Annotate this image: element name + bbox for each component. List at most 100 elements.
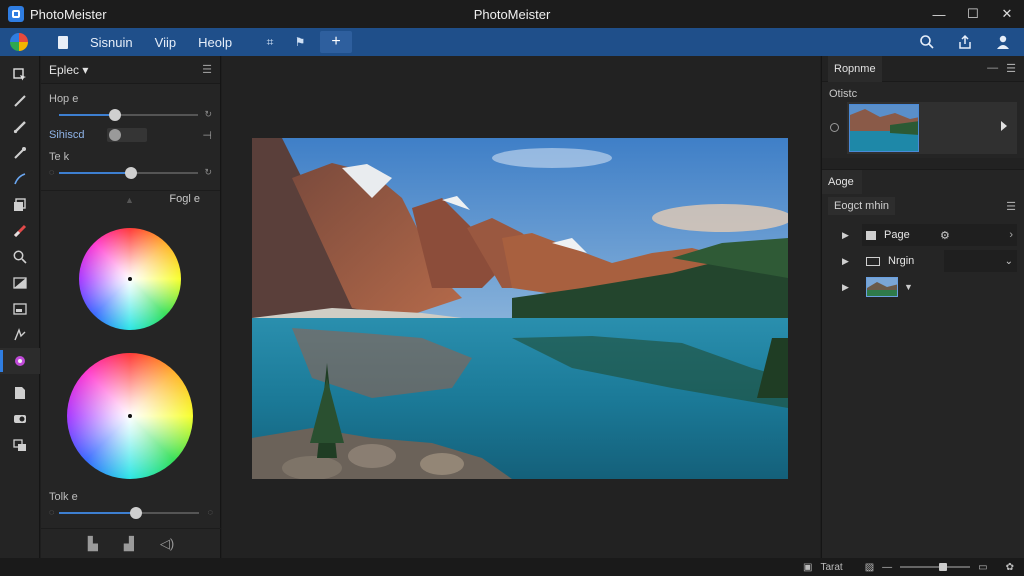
chevron-right-icon[interactable]: › [1009,229,1013,241]
panel-menu-icon[interactable]: ☰ [202,63,212,76]
layers-tool-icon[interactable] [0,192,40,218]
menu-item-2[interactable]: Viip [155,35,176,50]
zoom-in-icon[interactable]: ▭ [978,562,987,573]
collapse-icon[interactable]: — [987,62,998,75]
reset-icon[interactable]: ↻ [204,109,212,120]
minimize-button[interactable]: — [922,0,956,28]
slider-fill [59,512,136,514]
menu-item-1[interactable]: Sisnuin [90,35,133,50]
window-title: PhotoMeister [473,7,551,22]
gear-icon[interactable]: ⚙ [940,229,950,242]
pen-tool-icon[interactable] [0,88,40,114]
app-logo-icon [8,6,24,22]
reset-icon[interactable]: ◌ [208,507,213,517]
toggle-switch[interactable] [107,128,147,142]
image-icon[interactable]: ▨ [865,562,874,573]
user-icon[interactable] [990,31,1016,53]
curve-tool-icon[interactable] [0,166,40,192]
add-button[interactable]: + [320,31,353,53]
control3-group: Tolk e ◌ ◌ [41,482,221,520]
chevron-down-icon[interactable]: ⌄ [944,250,1017,272]
healing-tool-icon[interactable] [0,218,40,244]
menu-icon[interactable]: ☰ [1006,62,1016,75]
layer-thumbnail[interactable] [866,277,898,297]
status-label: Tarat [820,561,843,573]
stamp-icon[interactable]: ▙ [88,536,98,552]
navigator-tab[interactable]: Ropnme [828,55,882,82]
crop-tool-icon[interactable]: ⌗ [258,32,282,52]
layer-icon [866,256,880,266]
expand-icon[interactable]: ▶ [842,256,862,267]
adjustments-panel: Eplec ▾ ☰ Hop e ↻ Sihiscd ⊣ Te k ◌ ↻ ▲ F… [41,56,221,558]
flag-icon[interactable]: ⚑ [288,32,312,52]
reset-icon[interactable]: ↻ [204,167,212,178]
control3-slider[interactable]: ◌ ◌ [49,506,213,520]
control2-slider[interactable]: ◌ ↻ [49,166,212,180]
panel-footer: ▙ ▟ ◁) [41,528,221,558]
app-name: PhotoMeister [30,6,107,22]
zoom-tool-icon[interactable] [0,244,40,270]
navigator-header: Ropnme — ☰ [822,55,1024,82]
layer-icon [866,230,876,240]
menu-item-3[interactable]: Heolp [198,35,232,50]
preview-container[interactable] [847,102,1017,154]
expand-icon[interactable]: ▶ [842,230,862,241]
layer-row[interactable]: ▶ ▼ [822,274,1024,300]
wheel-picker[interactable] [128,414,132,418]
search-icon[interactable] [914,31,940,53]
color-logo-icon[interactable] [10,33,28,51]
color-tool-icon[interactable] [0,348,40,374]
eyedropper-tool-icon[interactable] [0,140,40,166]
toggle-row: Sihiscd ⊣ [49,128,212,142]
window-controls: — ☐ ✕ [922,0,1024,28]
gradient-tool-icon[interactable] [0,270,40,296]
minus-icon[interactable]: ◌ [49,167,54,177]
histogram-icon[interactable]: ▟ [124,536,134,552]
slider-knob[interactable] [938,563,947,571]
panel-tab[interactable]: Eplec ▾ [49,63,88,77]
tool-strip [0,56,40,558]
slider-fill [59,114,115,116]
frame-tool-icon[interactable] [0,296,40,322]
maximize-button[interactable]: ☐ [956,0,990,28]
pin-icon[interactable]: ⊣ [202,129,212,142]
preview-radio[interactable] [830,123,839,132]
landscape-photo[interactable] [252,138,788,479]
control1-slider[interactable]: ↻ [49,108,212,122]
minus-icon[interactable]: ◌ [49,507,54,517]
brush-tool-icon[interactable] [0,114,40,140]
zoom-slider[interactable] [900,563,971,571]
mask-tool-icon[interactable] [0,406,40,432]
preview-thumbnail[interactable] [849,104,919,152]
play-icon[interactable] [1001,121,1007,131]
color-wheel-small[interactable] [79,228,181,330]
clone-tool-icon[interactable] [0,432,40,458]
slider-knob[interactable] [108,109,121,121]
settings-icon[interactable]: ✿ [1006,562,1014,573]
slider-knob[interactable] [125,167,138,179]
select-tool-icon[interactable] [0,62,40,88]
wheel-header: ▲ Fogl e [41,191,220,209]
audio-icon[interactable]: ◁) [160,536,174,552]
zoom-out-icon[interactable]: — [882,562,892,573]
navigator-sub-label: Otistc [829,88,858,100]
layers-menu-icon[interactable]: ☰ [1006,200,1016,213]
close-button[interactable]: ✕ [990,0,1024,28]
layer-row[interactable]: ▶ Nrgin ⌄ [822,248,1024,274]
wheel-picker[interactable] [128,277,132,281]
layer-row[interactable]: ▶ Page ⚙ › [822,222,1024,248]
document-icon[interactable] [58,35,68,49]
color-wheel-large[interactable] [67,353,193,479]
dropdown-arrow-icon[interactable]: ▼ [904,282,913,292]
file-tool-icon[interactable] [0,380,40,406]
adjustments-panel-header: Eplec ▾ ☰ [41,56,220,84]
layers-tab[interactable]: Aoge [822,170,862,194]
share-icon[interactable] [952,31,978,53]
transform-tool-icon[interactable] [0,322,40,348]
panel-tab-label: Eplec [49,62,80,77]
slider-knob[interactable] [130,507,142,519]
status-icon[interactable]: ▣ [803,562,812,573]
canvas-area[interactable] [222,56,820,558]
expand-icon[interactable]: ▶ [842,282,862,293]
layers-section-label: Eogct mhin [828,197,896,215]
